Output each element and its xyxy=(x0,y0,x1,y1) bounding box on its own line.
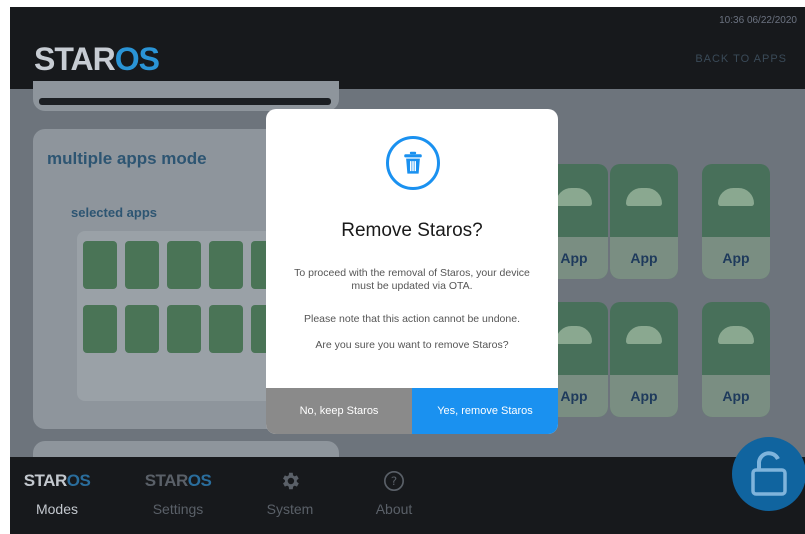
status-bar: 10:36 06/22/2020 xyxy=(719,15,797,26)
mini-app-icon xyxy=(125,305,159,353)
app-tile[interactable]: App xyxy=(610,302,678,417)
app-label: App xyxy=(610,237,678,279)
logo-star-text: STAR xyxy=(34,41,116,77)
remove-staros-button[interactable]: Yes, remove Staros xyxy=(412,388,558,434)
selected-apps-grid xyxy=(77,231,297,401)
help-icon: ? xyxy=(354,467,434,495)
app-label: App xyxy=(702,237,770,279)
android-icon xyxy=(556,188,592,206)
nav-about[interactable]: ? About xyxy=(354,467,434,517)
svg-text:?: ? xyxy=(391,474,397,488)
logo-star-text: STAR xyxy=(144,471,189,490)
previous-mode-card[interactable] xyxy=(33,81,339,111)
unlock-icon xyxy=(751,451,787,496)
nav-label: About xyxy=(375,501,413,517)
nav-label: Modes xyxy=(35,501,79,517)
nav-system[interactable]: System xyxy=(250,467,330,517)
nav-modes[interactable]: STAROS Modes xyxy=(17,467,97,517)
mini-app-icon xyxy=(125,241,159,289)
app-tile[interactable]: App xyxy=(702,302,770,417)
mini-app-icon xyxy=(167,305,201,353)
logo-os-text: OS xyxy=(187,471,212,490)
keep-staros-button[interactable]: No, keep Staros xyxy=(266,388,412,434)
logo-os-text: OS xyxy=(114,41,160,77)
app-tile[interactable]: App xyxy=(702,164,770,279)
dialog-message: To proceed with the removal of Staros, y… xyxy=(294,267,530,292)
status-date: 06/22/2020 xyxy=(746,15,797,26)
mini-app-icon xyxy=(167,241,201,289)
remove-dialog: Remove Staros? To proceed with the remov… xyxy=(266,109,558,434)
nav-label: Settings xyxy=(152,501,204,517)
bottom-nav: STAROS Modes STAROS Settings System ? Ab… xyxy=(10,457,805,534)
logo-os-text: OS xyxy=(66,471,91,490)
nav-label: System xyxy=(266,501,314,517)
top-bar: 10:36 06/22/2020 STAROS BACK TO APPS xyxy=(10,7,805,89)
app-tile[interactable]: App xyxy=(610,164,678,279)
settings-logo: STAROS xyxy=(138,467,218,495)
selected-apps-title: selected apps xyxy=(71,205,157,220)
mini-app-icon xyxy=(83,241,117,289)
screen: 10:36 06/22/2020 STAROS BACK TO APPS mul… xyxy=(10,7,805,534)
dock-preview xyxy=(39,98,331,105)
back-to-apps-button[interactable]: BACK TO APPS xyxy=(695,53,787,65)
gear-icon xyxy=(250,467,330,495)
mini-app-icon xyxy=(209,241,243,289)
mini-app-icon xyxy=(209,305,243,353)
dialog-question: Are you sure you want to remove Staros? xyxy=(315,339,509,351)
app-label: App xyxy=(610,375,678,417)
card-title: multiple apps mode xyxy=(47,149,207,168)
dialog-title: Remove Staros? xyxy=(341,220,483,241)
android-icon xyxy=(626,188,662,206)
android-icon xyxy=(718,188,754,206)
android-icon xyxy=(718,326,754,344)
status-time: 10:36 xyxy=(719,15,745,26)
modes-logo: STAROS xyxy=(17,467,97,495)
app-label: App xyxy=(702,375,770,417)
lock-button[interactable] xyxy=(732,437,805,511)
dialog-warning: Please note that this action cannot be u… xyxy=(304,313,520,325)
android-icon xyxy=(626,326,662,344)
nav-settings[interactable]: STAROS Settings xyxy=(138,467,218,517)
mini-app-icon xyxy=(83,305,117,353)
staros-logo: STAROS xyxy=(34,41,160,78)
android-icon xyxy=(556,326,592,344)
trash-icon xyxy=(386,136,440,190)
logo-star-text: STAR xyxy=(23,471,68,490)
